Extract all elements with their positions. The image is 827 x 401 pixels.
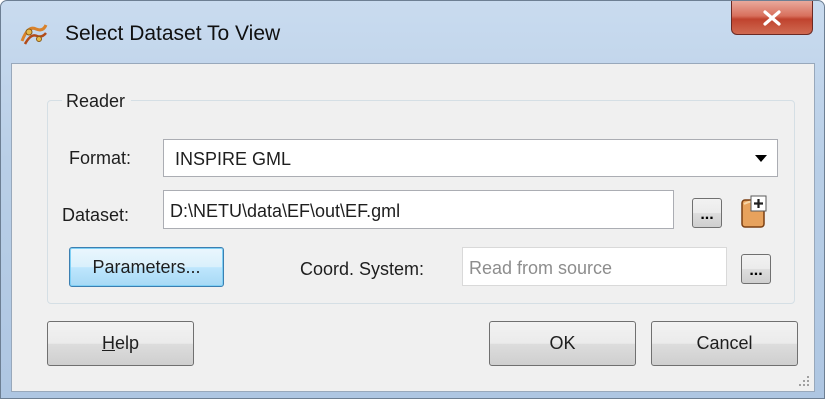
dataset-input[interactable]: D:\NETU\data\EF\out\EF.gml [163, 190, 674, 229]
format-label: Format: [69, 148, 132, 168]
coord-system-label: Coord. System: [300, 259, 425, 279]
ok-button[interactable]: OK [489, 321, 636, 366]
help-button[interactable]: Help [47, 321, 194, 366]
dataset-value: D:\NETU\data\EF\out\EF.gml [170, 201, 401, 221]
add-file-icon [741, 195, 767, 228]
dialog-client-area: Reader Format: INSPIRE GML Dataset: D:\N… [11, 63, 815, 392]
dialog-window: Select Dataset To View Reader Format: IN… [0, 0, 825, 399]
parameters-button-label: Parameters... [92, 256, 201, 277]
close-icon [763, 9, 781, 26]
close-button[interactable] [731, 1, 813, 35]
format-value: INSPIRE GML [175, 149, 292, 169]
coord-system-input[interactable]: Read from source [462, 247, 727, 286]
coord-system-browse-button[interactable]: ... [741, 254, 771, 284]
resize-grip-icon[interactable] [798, 375, 810, 387]
dataset-browse-button[interactable]: ... [692, 198, 722, 228]
dataset-label: Dataset: [62, 205, 130, 225]
coord-system-placeholder: Read from source [469, 258, 613, 278]
title-bar[interactable]: Select Dataset To View [1, 1, 824, 63]
ellipsis-icon: ... [749, 262, 763, 279]
help-label-rest: elp [114, 333, 140, 353]
parameters-button[interactable]: Parameters... [69, 247, 224, 287]
cancel-button[interactable]: Cancel [651, 321, 798, 366]
add-dataset-button[interactable] [737, 195, 769, 230]
help-mnemonic: H [101, 333, 115, 353]
ellipsis-icon: ... [700, 206, 714, 223]
window-title: Select Dataset To View [65, 22, 281, 45]
reader-group-label: Reader [62, 90, 132, 112]
ok-button-label: OK [549, 333, 576, 353]
format-dropdown[interactable]: INSPIRE GML [163, 139, 778, 177]
help-button-label: Help [102, 333, 139, 354]
cancel-button-label: Cancel [696, 333, 753, 353]
fme-workbench-icon [20, 24, 48, 45]
dropdown-arrow-icon [755, 155, 767, 162]
